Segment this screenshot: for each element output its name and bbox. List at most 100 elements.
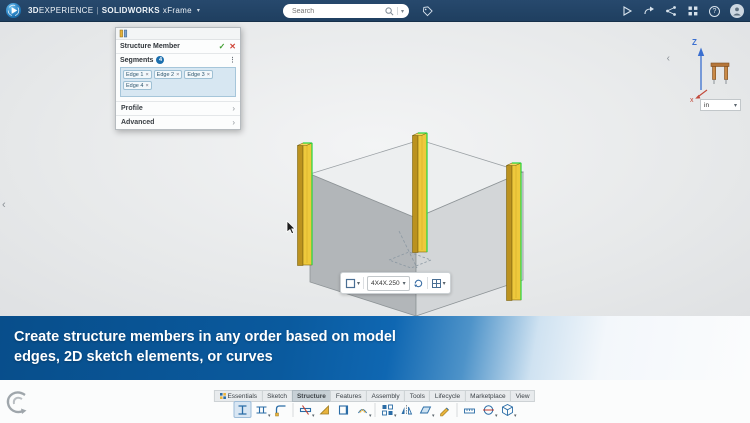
triad-icon <box>690 40 740 102</box>
caption-banner: Create structure members in any order ba… <box>0 316 750 380</box>
caret-down-icon: ▾ <box>268 413 271 419</box>
panel-header-strip <box>116 28 240 40</box>
segments-count-badge: 4 <box>156 56 164 64</box>
banner-line-1: Create structure members in any order ba… <box>14 327 750 347</box>
brand-product: SOLIDWORKS <box>102 6 160 15</box>
top-bar: 3DEXPERIENCE | SOLIDWORKS xFrame ▾ ▾ <box>0 0 750 22</box>
reference-plane-icon <box>419 403 433 417</box>
segments-header: Segments 4 ⋮ <box>116 54 240 66</box>
member-context-toolbar: ▾ 4X4X.250 ▾ ▾ <box>340 272 451 294</box>
rotate-icon <box>413 278 424 289</box>
units-dropdown[interactable]: in ▾ <box>700 99 741 111</box>
play-icon[interactable] <box>621 5 633 17</box>
tool-secondary-member[interactable]: ▾ <box>253 401 271 418</box>
tool-end-cap[interactable] <box>335 401 353 418</box>
tool-measure[interactable] <box>461 401 479 418</box>
toolbar-separator <box>375 403 376 417</box>
profile-section[interactable]: Profile › <box>116 101 240 115</box>
caret-down-icon: ▾ <box>734 102 737 109</box>
remove-chip-icon[interactable]: × <box>145 83 148 89</box>
remove-chip-icon[interactable]: × <box>145 72 148 78</box>
tool-display-style[interactable]: ▾ <box>499 401 517 418</box>
weld-bead-icon <box>356 403 370 417</box>
brand-separator: | <box>96 6 98 15</box>
share-icon[interactable] <box>665 5 677 17</box>
structure-member-beam-right[interactable] <box>507 163 522 301</box>
apps-grid-icon[interactable] <box>687 5 699 17</box>
tool-corner-management[interactable] <box>272 401 290 418</box>
segments-label: Segments <box>120 57 153 64</box>
segment-chip[interactable]: Edge 1× <box>123 70 152 79</box>
tool-weld-bead[interactable]: ▾ <box>354 401 372 418</box>
search-icon[interactable] <box>385 7 394 16</box>
left-panel-collapse-chevron[interactable]: ‹ <box>2 199 6 211</box>
segment-chip[interactable]: Edge 2× <box>154 70 183 79</box>
corner-icon <box>274 403 288 417</box>
tool-structure-member[interactable] <box>234 401 252 418</box>
global-search[interactable]: ▾ <box>283 4 409 18</box>
profile-size-combobox[interactable]: 4X4X.250 ▾ <box>367 276 410 291</box>
tool-reference-plane[interactable]: ▾ <box>417 401 435 418</box>
help-icon[interactable]: ? <box>709 6 720 17</box>
profile-type-dropdown[interactable]: ▾ <box>345 278 360 289</box>
toolbar-divider <box>427 277 428 289</box>
tool-gusset[interactable] <box>316 401 334 418</box>
forward-arrow-icon[interactable] <box>643 5 655 17</box>
solidworks-logo-icon <box>3 388 31 416</box>
ruler-icon <box>463 403 477 417</box>
x-axis-label: x <box>690 97 694 104</box>
cancel-button[interactable]: ✕ <box>229 42 236 51</box>
display-style-cube-icon <box>501 403 515 417</box>
end-cap-icon <box>337 403 351 417</box>
remove-chip-icon[interactable]: × <box>207 72 210 78</box>
mouse-cursor <box>287 221 295 234</box>
caret-down-icon: ▾ <box>514 413 517 419</box>
caret-down-icon: ▾ <box>432 413 435 419</box>
toolbar-divider <box>363 277 364 289</box>
profile-size-value: 4X4X.250 <box>371 280 400 287</box>
segments-selection-list[interactable]: Edge 1× Edge 2× Edge 3× Edge 4× <box>120 67 236 97</box>
rotate-profile-button[interactable] <box>413 278 424 289</box>
toolbar-separator <box>293 403 294 417</box>
tag-button[interactable] <box>420 4 434 18</box>
tool-mirror[interactable] <box>398 401 416 418</box>
ok-button[interactable]: ✓ <box>219 42 226 51</box>
search-input[interactable] <box>290 7 385 16</box>
chevron-right-icon: › <box>232 104 235 113</box>
chevron-right-icon: › <box>232 118 235 127</box>
tool-sketch[interactable] <box>436 401 454 418</box>
3dexperience-compass-icon[interactable] <box>5 2 22 19</box>
tool-section-view[interactable]: ▾ <box>480 401 498 418</box>
segments-menu-icon[interactable]: ⋮ <box>229 56 236 64</box>
tool-trim[interactable]: ▾ <box>297 401 315 418</box>
search-divider <box>397 7 398 15</box>
units-value: in <box>704 102 709 109</box>
user-avatar[interactable] <box>730 4 744 18</box>
secondary-member-icon <box>255 403 269 417</box>
structure-member-panel: Structure Member ✓ ✕ Segments 4 ⋮ Edge 1… <box>115 27 241 130</box>
alignment-dropdown[interactable]: ▾ <box>431 278 446 289</box>
app-window: 3DEXPERIENCE | SOLIDWORKS xFrame ▾ ▾ <box>0 0 750 423</box>
segment-chip[interactable]: Edge 4× <box>123 81 152 90</box>
caret-down-icon: ▾ <box>357 280 360 287</box>
triad-collapse-chevron[interactable]: ‹ <box>667 53 670 64</box>
app-name[interactable]: xFrame <box>163 6 192 15</box>
brand-text: 3DEXPERIENCE | SOLIDWORKS xFrame ▾ <box>28 6 200 15</box>
mirror-icon <box>400 403 414 417</box>
advanced-section[interactable]: Advanced › <box>116 115 240 129</box>
structure-member-beam-left[interactable] <box>298 143 313 266</box>
app-switch-caret-icon[interactable]: ▾ <box>197 7 200 14</box>
remove-chip-icon[interactable]: × <box>176 72 179 78</box>
tool-pattern[interactable]: ▾ <box>379 401 397 418</box>
brand-3d: 3D <box>28 6 39 15</box>
segment-chip[interactable]: Edge 3× <box>184 70 213 79</box>
panel-title: Structure Member <box>120 43 215 50</box>
structure-member-beam-middle[interactable] <box>413 133 428 253</box>
caret-down-icon: ▾ <box>312 413 315 419</box>
gusset-icon <box>318 403 332 417</box>
orientation-triad[interactable]: Z x <box>690 40 740 102</box>
toolbar-separator <box>457 403 458 417</box>
profile-shape-icon <box>345 278 356 289</box>
search-scope-caret-icon[interactable]: ▾ <box>401 8 404 15</box>
pencil-icon <box>438 403 452 417</box>
